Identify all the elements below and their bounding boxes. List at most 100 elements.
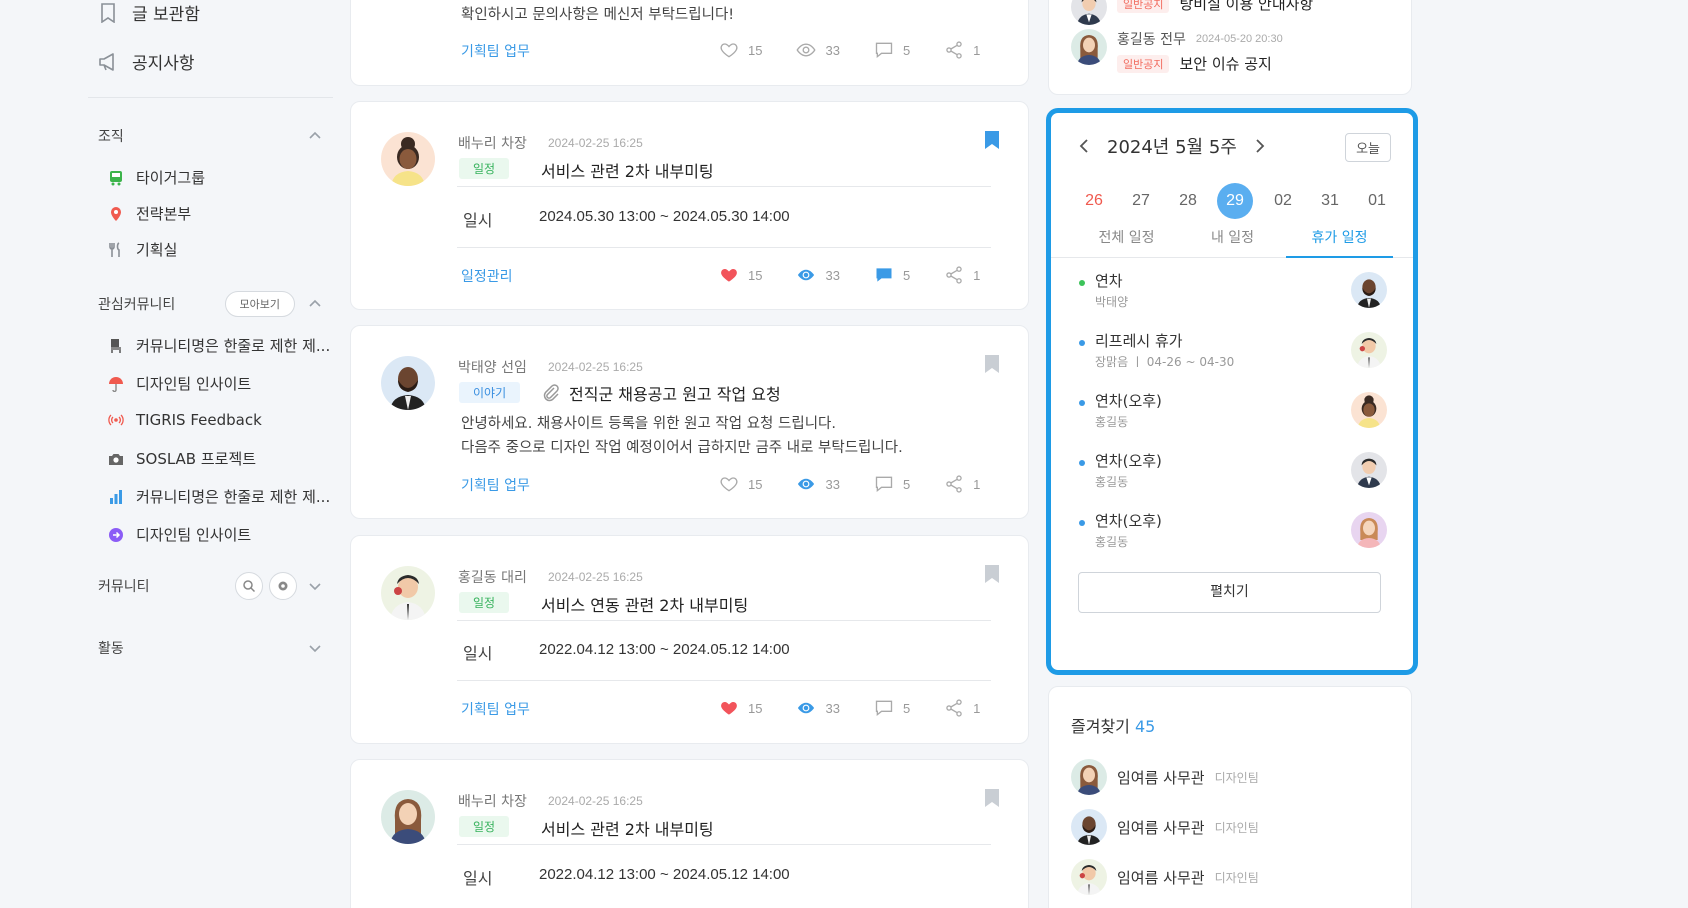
calendar-day[interactable]: 02 xyxy=(1265,183,1301,219)
chevron-left-icon[interactable] xyxy=(1077,138,1093,154)
post-card[interactable]: 박태양 선임 2024-02-25 16:25 이야기 전직군 채용공고 원고 … xyxy=(350,325,1029,519)
camera-icon xyxy=(108,451,124,467)
notice-item[interactable]: 일반공지 탕비실 이용 안내사항 xyxy=(1071,0,1313,25)
map-pin-icon xyxy=(108,206,124,222)
chevron-down-icon[interactable] xyxy=(307,640,323,656)
post-card[interactable]: 홍길동 대리 2024-02-25 16:25 일정 서비스 연동 관련 2차 … xyxy=(350,535,1029,744)
leave-type: 연차(오후) xyxy=(1095,512,1162,530)
post-card[interactable]: 확인하시고 문의사항은 메신저 부탁드립니다! 기획팀 업무 15 33 5 1 xyxy=(350,0,1029,86)
post-card[interactable]: 배누리 차장 2024-02-25 16:25 일정 서비스 관련 2차 내부미… xyxy=(350,101,1029,310)
favorites-title-text: 즐겨찾기 xyxy=(1071,717,1130,736)
community-item[interactable]: 디자인팀 인사이트 xyxy=(108,373,251,394)
post-title[interactable]: 전직군 채용공고 원고 작업 요청 xyxy=(541,381,781,405)
menu-item-notice[interactable]: 공지사항 xyxy=(98,49,195,74)
notice-tag: 일반공지 xyxy=(1117,54,1170,73)
like-button[interactable]: 15 xyxy=(719,40,762,60)
comment-button[interactable]: 5 xyxy=(874,474,910,494)
like-button[interactable]: 15 xyxy=(719,265,762,285)
calendar-day[interactable]: 31 xyxy=(1312,183,1348,219)
share-button[interactable]: 1 xyxy=(944,698,980,718)
like-button[interactable]: 15 xyxy=(719,474,762,494)
section-header-interest[interactable]: 관심커뮤니티 모아보기 xyxy=(98,291,323,317)
calendar-day-selected[interactable]: 29 xyxy=(1217,183,1253,219)
notice-title[interactable]: 탕비실 이용 안내사항 xyxy=(1179,0,1313,14)
chevron-down-icon[interactable] xyxy=(307,578,323,594)
status-dot xyxy=(1079,400,1085,406)
chevron-up-icon[interactable] xyxy=(307,128,323,144)
calendar-day[interactable]: 26 xyxy=(1076,183,1112,219)
schedule-label: 일시 xyxy=(463,211,493,230)
calendar-day[interactable]: 28 xyxy=(1170,183,1206,219)
bookmark-icon[interactable] xyxy=(984,354,1000,374)
leave-item[interactable]: 리프레시 휴가 장맑음 ㅣ 04-26 ~ 04-30 xyxy=(1079,330,1399,380)
leave-item[interactable]: 연차(오후) 홍길동 xyxy=(1079,510,1399,560)
leave-item[interactable]: 연차(오후) 홍길동 xyxy=(1079,390,1399,440)
favorites-panel: 즐겨찾기 45 임여름 사무관 디자인팀 임여름 사무관 디자인팀 임여름 사무… xyxy=(1048,686,1412,908)
search-button[interactable] xyxy=(235,572,263,600)
post-title[interactable]: 서비스 연동 관련 2차 내부미팅 xyxy=(541,592,748,616)
notice-title[interactable]: 보안 이슈 공지 xyxy=(1179,53,1271,74)
favorite-item[interactable]: 임여름 사무관 디자인팀 xyxy=(1071,809,1259,845)
like-button[interactable]: 15 xyxy=(719,698,762,718)
community-item[interactable]: 디자인팀 인사이트 xyxy=(108,524,251,545)
avatar xyxy=(381,790,435,844)
post-tag: 일정 xyxy=(459,158,510,179)
menu-item-archive[interactable]: 글 보관함 xyxy=(98,0,200,25)
org-item-planning[interactable]: 기획실 xyxy=(108,239,177,260)
expand-button[interactable]: 펼치기 xyxy=(1078,572,1381,613)
share-button[interactable]: 1 xyxy=(944,265,980,285)
share-button[interactable]: 1 xyxy=(944,40,980,60)
chevron-up-icon[interactable] xyxy=(307,296,323,312)
favorite-item[interactable]: 임여름 사무관 디자인팀 xyxy=(1071,859,1259,895)
favorites-title: 즐겨찾기 45 xyxy=(1071,713,1155,737)
post-card[interactable]: 배누리 차장 2024-02-25 16:25 일정 서비스 관련 2차 내부미… xyxy=(350,759,1029,908)
view-all-button[interactable]: 모아보기 xyxy=(224,291,295,317)
leave-item[interactable]: 연차(오후) 홍길동 xyxy=(1079,450,1399,500)
share-icon xyxy=(944,265,964,285)
leave-type: 리프레시 휴가 xyxy=(1095,332,1183,350)
comment-button[interactable]: 5 xyxy=(874,40,910,60)
today-button[interactable]: 오늘 xyxy=(1345,133,1391,162)
org-item-strategy[interactable]: 전략본부 xyxy=(108,203,191,224)
org-item-label: 타이거그룹 xyxy=(136,169,206,187)
favorite-dept: 디자인팀 xyxy=(1214,820,1259,835)
tab-leave-schedule[interactable]: 휴가 일정 xyxy=(1286,223,1393,258)
comment-button[interactable]: 5 xyxy=(874,265,910,285)
post-title-text: 전직군 채용공고 원고 작업 요청 xyxy=(569,385,781,404)
comment-count: 5 xyxy=(902,267,911,283)
post-category-link[interactable]: 일정관리 xyxy=(461,266,513,286)
leave-item[interactable]: 연차 박태양 xyxy=(1079,270,1399,320)
section-header-community[interactable]: 커뮤니티 xyxy=(98,572,323,600)
avatar xyxy=(1351,512,1387,548)
community-item[interactable]: 커뮤니티명은 한줄로 제한 제... xyxy=(108,335,330,356)
notice-item[interactable]: 홍길동 전무 2024-05-20 20:30 일반공지 보안 이슈 공지 xyxy=(1071,29,1283,74)
share-button[interactable]: 1 xyxy=(944,474,980,494)
post-category-link[interactable]: 기획팀 업무 xyxy=(461,41,530,61)
org-item-tiger-group[interactable]: 타이거그룹 xyxy=(108,167,205,188)
bookmark-filled-icon[interactable] xyxy=(984,130,1000,150)
community-item[interactable]: SOSLAB 프로젝트 xyxy=(108,448,256,469)
calendar-day[interactable]: 27 xyxy=(1123,183,1159,219)
calendar-title: 2024년 5월 5주 xyxy=(1107,137,1237,158)
community-item-label: 커뮤니티명은 한줄로 제한 제... xyxy=(136,337,331,355)
post-category-link[interactable]: 기획팀 업무 xyxy=(461,699,530,719)
share-icon xyxy=(944,40,964,60)
section-header-activity[interactable]: 활동 xyxy=(98,638,323,658)
bookmark-icon[interactable] xyxy=(984,564,1000,584)
tab-all-schedule[interactable]: 전체 일정 xyxy=(1073,223,1180,258)
chevron-right-icon[interactable] xyxy=(1251,138,1267,154)
community-item[interactable]: 커뮤니티명은 한줄로 제한 제... xyxy=(108,486,330,507)
section-header-org[interactable]: 조직 xyxy=(98,126,323,146)
post-category-link[interactable]: 기획팀 업무 xyxy=(461,475,530,495)
favorite-item[interactable]: 임여름 사무관 디자인팀 xyxy=(1071,759,1259,795)
utensils-icon xyxy=(108,241,124,258)
community-item[interactable]: TIGRIS Feedback xyxy=(108,411,262,429)
post-title[interactable]: 서비스 관련 2차 내부미팅 xyxy=(541,158,714,182)
tab-my-schedule[interactable]: 내 일정 xyxy=(1179,223,1286,258)
bookmark-icon[interactable] xyxy=(984,788,1000,808)
settings-button[interactable] xyxy=(269,572,297,600)
divider xyxy=(88,97,333,98)
comment-button[interactable]: 5 xyxy=(874,698,910,718)
calendar-day[interactable]: 01 xyxy=(1359,183,1395,219)
post-title[interactable]: 서비스 관련 2차 내부미팅 xyxy=(541,816,714,840)
